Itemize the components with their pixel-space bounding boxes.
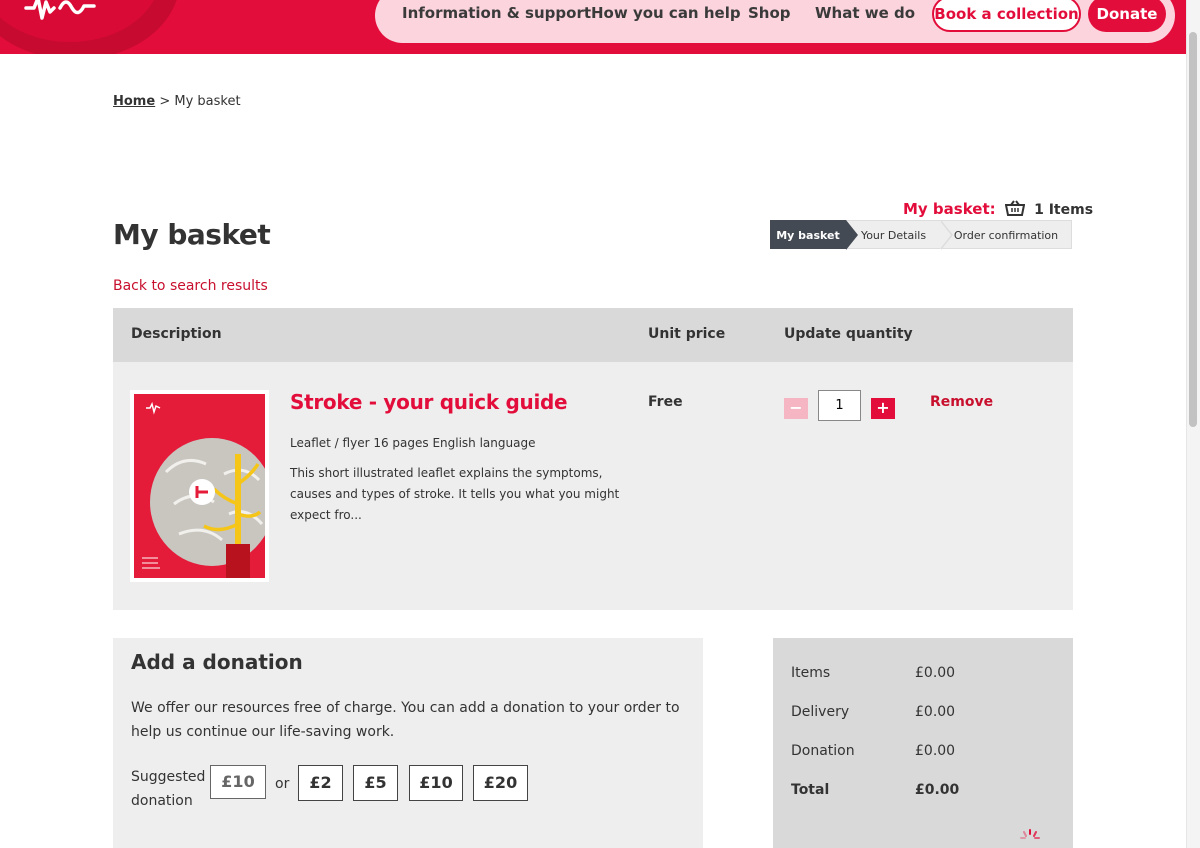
step-order-confirmation: Order confirmation <box>941 220 1072 249</box>
column-unit-price: Unit price <box>648 326 726 342</box>
breadcrumb: Home > My basket <box>113 94 241 109</box>
basket-item-row: Stroke - your quick guide Leaflet / flye… <box>113 362 1073 610</box>
product-title-link[interactable]: Stroke - your quick guide <box>290 390 568 414</box>
checkout-steps: My basket Your Details Order confirmatio… <box>770 220 1072 250</box>
quantity-input[interactable]: 1 <box>818 390 861 421</box>
quantity-decrease-button[interactable]: − <box>784 398 808 419</box>
nav-how-you-can-help[interactable]: How you can help <box>591 4 741 22</box>
suggested-donation-label: Suggested donation <box>131 769 206 809</box>
donation-amount-input[interactable]: £10 <box>210 765 266 799</box>
step-my-basket-label: My basket <box>776 229 840 242</box>
step-arrow <box>940 220 953 250</box>
nav-what-we-do[interactable]: What we do <box>815 4 915 22</box>
delivery-label: Delivery <box>791 704 850 720</box>
donation-panel: Add a donation We offer our resources fr… <box>113 638 703 848</box>
donation-20-button[interactable]: £20 <box>473 765 528 801</box>
donation-or-label: or <box>275 776 290 792</box>
product-thumbnail[interactable] <box>130 390 269 582</box>
nav-information-support[interactable]: Information & support <box>402 4 591 22</box>
basket-table-header: Description Unit price Update quantity <box>113 308 1073 362</box>
page-title: My basket <box>113 218 271 251</box>
step-arrow <box>846 220 858 250</box>
bhf-logo-icon[interactable] <box>24 0 104 24</box>
unit-price: Free <box>648 394 683 410</box>
delivery-value: £0.00 <box>915 704 956 720</box>
brain-illustration-icon <box>142 401 265 578</box>
nav-shop[interactable]: Shop <box>748 4 791 22</box>
total-label: Total <box>791 782 830 798</box>
items-value: £0.00 <box>915 665 956 681</box>
back-to-search-link[interactable]: Back to search results <box>113 278 268 294</box>
scrollbar-thumb[interactable] <box>1189 32 1197 427</box>
site-header: Information & support How you can help S… <box>0 0 1186 54</box>
step-your-details-label: Your Details <box>860 229 927 242</box>
column-description: Description <box>131 326 222 342</box>
breadcrumb-home-link[interactable]: Home <box>113 94 155 109</box>
donation-value: £0.00 <box>915 743 956 759</box>
basket-icon <box>1004 200 1025 216</box>
order-totals: Items £0.00 Delivery £0.00 Donation £0.0… <box>773 638 1073 848</box>
quantity-increase-button[interactable]: + <box>871 398 895 419</box>
breadcrumb-current: My basket <box>174 94 241 109</box>
basket-summary-label: My basket: <box>903 200 996 218</box>
product-description: This short illustrated leaflet explains … <box>290 466 620 522</box>
basket-summary[interactable]: My basket: 1 Items <box>903 200 1093 218</box>
column-update-quantity: Update quantity <box>784 326 913 342</box>
step-your-details: Your Details <box>846 220 953 250</box>
leaflet-cover <box>134 394 265 578</box>
scrollbar[interactable] <box>1186 0 1200 848</box>
donation-label: Donation <box>791 743 855 759</box>
donation-text: We offer our resources free of charge. Y… <box>131 700 680 740</box>
breadcrumb-separator: > <box>159 94 171 109</box>
donation-2-button[interactable]: £2 <box>298 765 343 801</box>
remove-item-link[interactable]: Remove <box>930 394 993 410</box>
donation-title: Add a donation <box>131 650 303 674</box>
book-collection-button[interactable]: Book a collection <box>932 0 1081 32</box>
items-label: Items <box>791 665 831 681</box>
basket-item-count: 1 Items <box>1034 202 1094 218</box>
step-order-confirmation-label: Order confirmation <box>953 229 1059 242</box>
donation-10-button[interactable]: £10 <box>409 765 463 801</box>
loading-spinner-icon <box>1020 829 1040 839</box>
step-my-basket: My basket <box>770 220 858 250</box>
donation-5-button[interactable]: £5 <box>353 765 398 801</box>
donate-button[interactable]: Donate <box>1088 0 1166 32</box>
product-meta: Leaflet / flyer 16 pages English languag… <box>290 436 536 450</box>
total-value: £0.00 <box>915 782 960 798</box>
